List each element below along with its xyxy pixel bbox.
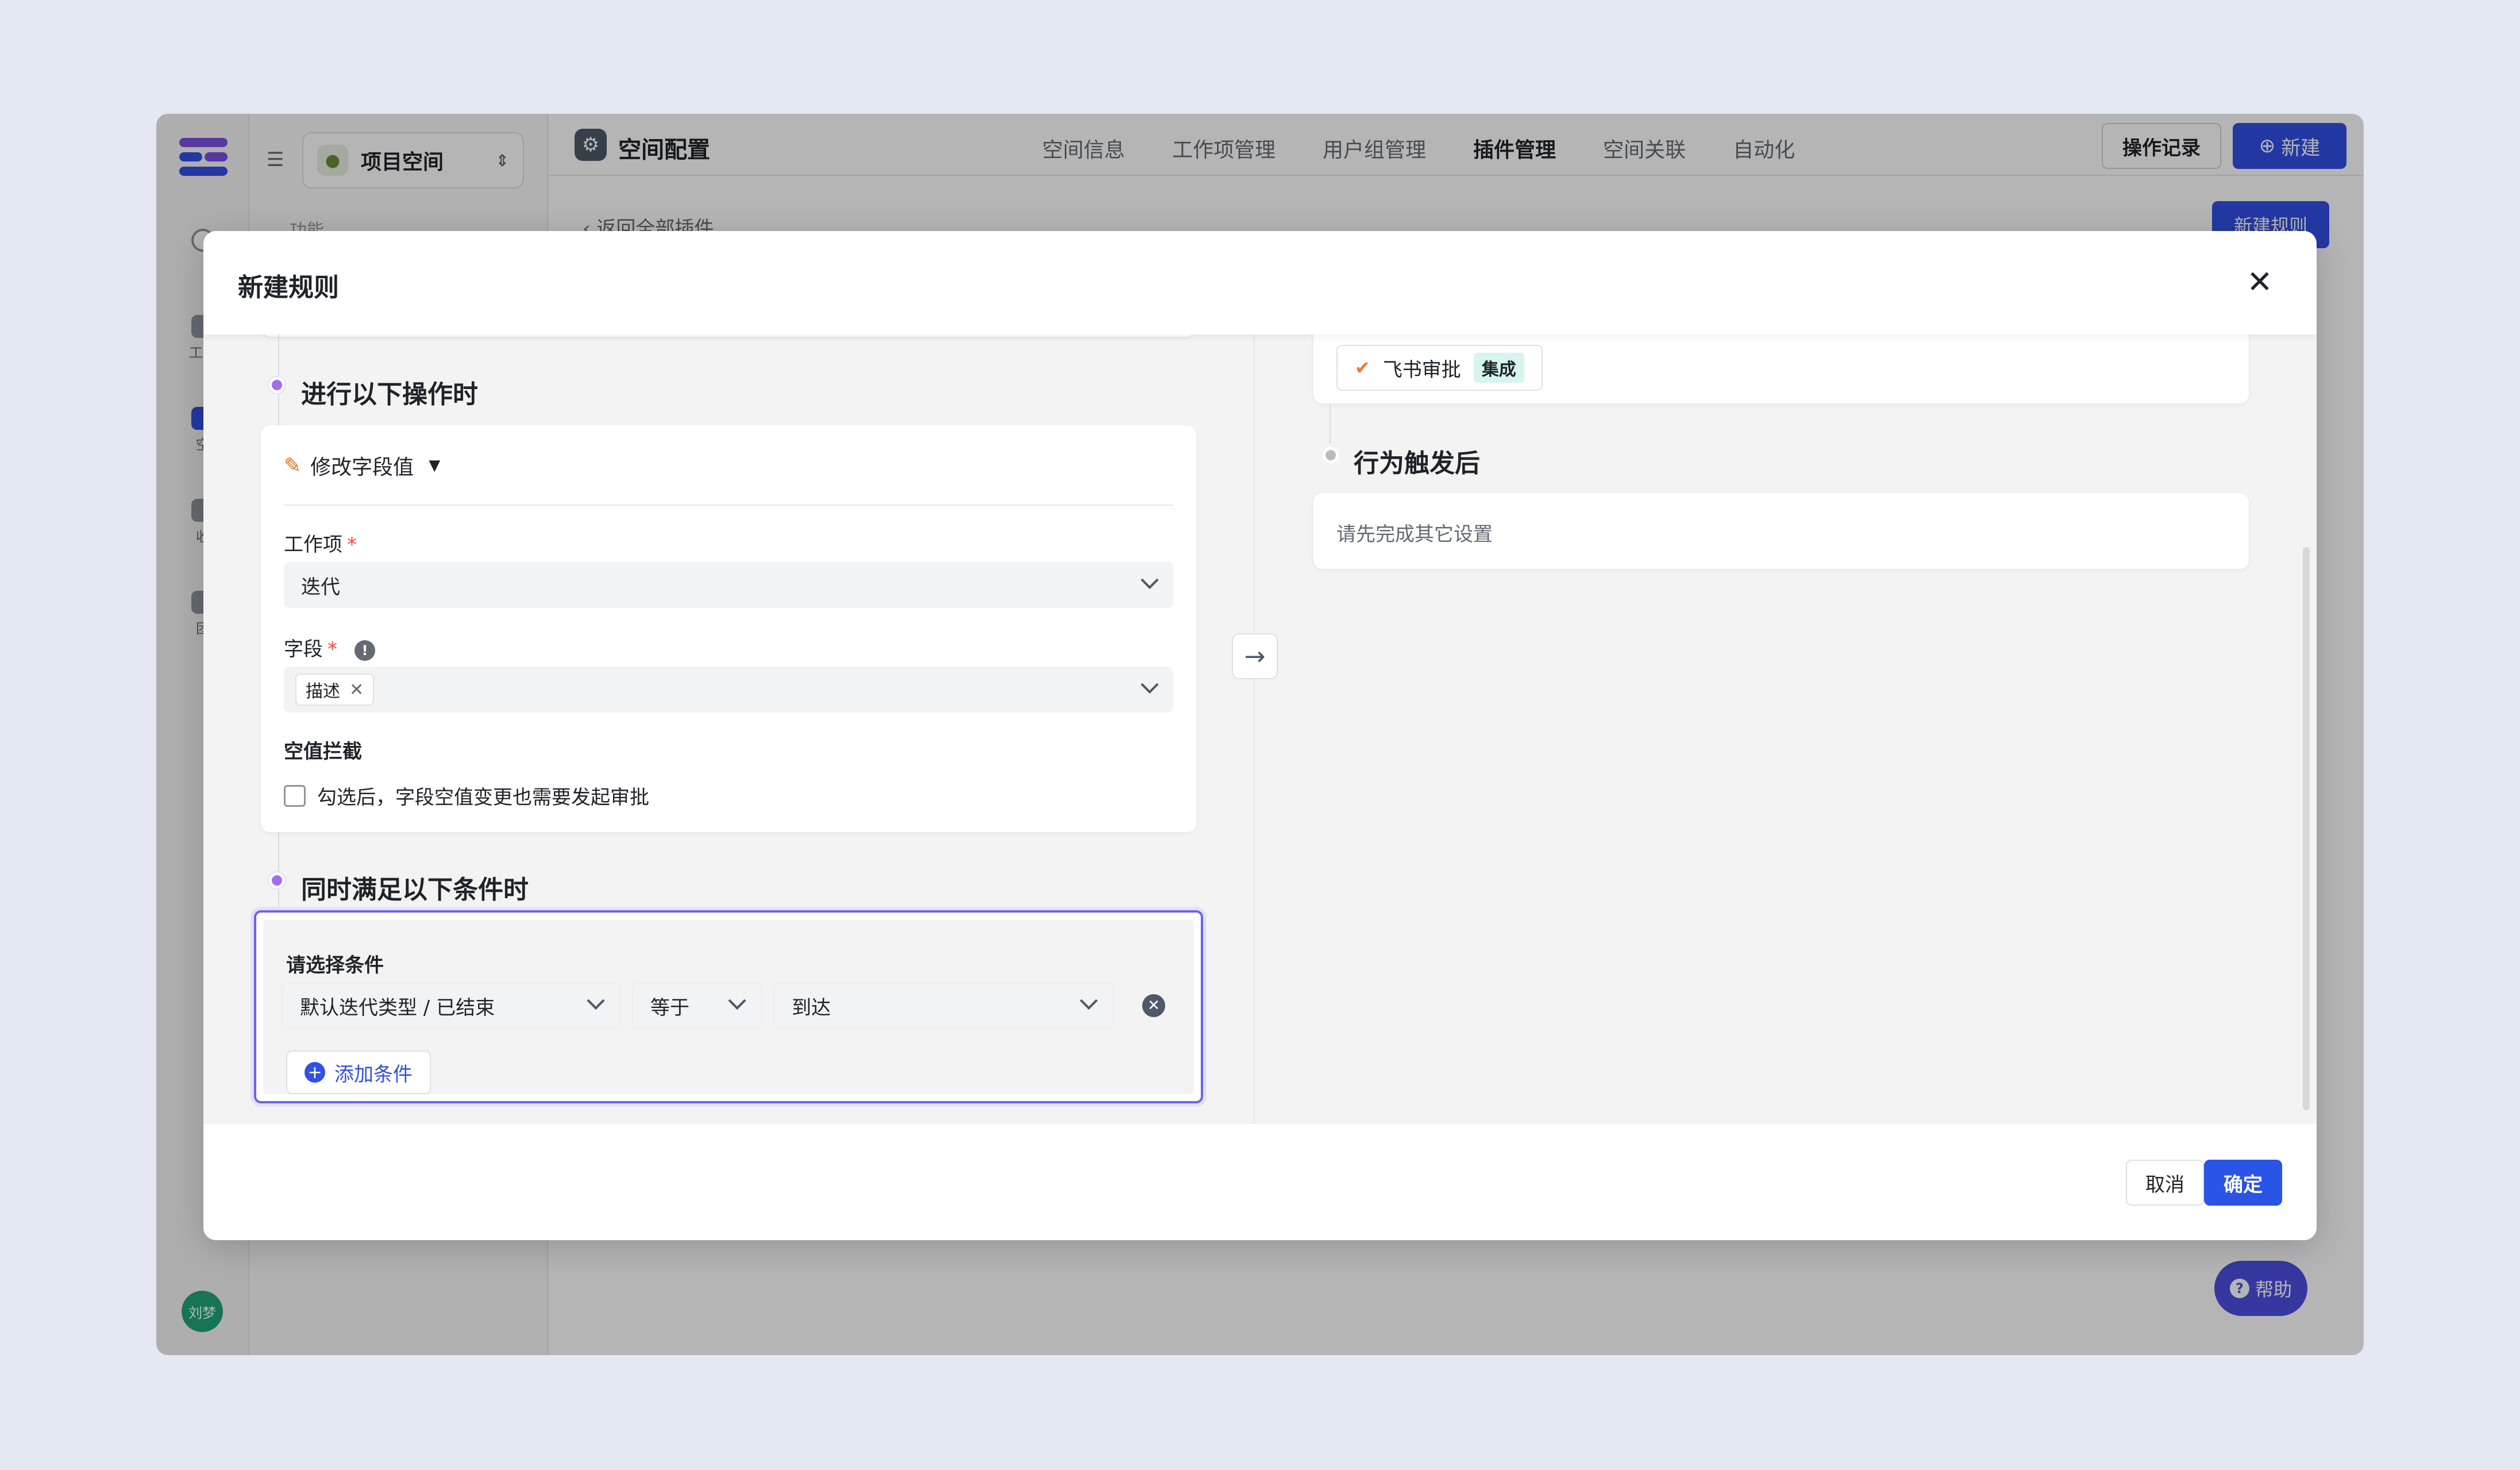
feishu-icon: ✔	[1355, 357, 1370, 379]
action-section-title: 进行以下操作时	[301, 380, 478, 409]
after-placeholder: 请先完成其它设置	[1336, 523, 1493, 546]
after-section-title: 行为触发后	[1354, 449, 1480, 478]
edit-pen-icon: ✎	[284, 453, 302, 478]
tag-remove-icon[interactable]: ✕	[349, 680, 364, 700]
modal-body: 进行以下操作时 ✎ 修改字段值 ▼ 工作项 * 迭代 字段 *! 描述 ✕ 空值…	[203, 323, 2317, 1124]
field-select[interactable]: 描述 ✕	[284, 667, 1173, 713]
empty-block-checkbox-label: 勾选后，字段空值变更也需要发起审批	[317, 786, 649, 809]
condition-value: 到达	[792, 996, 831, 1019]
chevron-down-icon	[1140, 571, 1159, 590]
modal-title: 新建规则	[238, 273, 339, 302]
modal-footer: 取消 确定	[203, 1124, 2317, 1240]
chevron-down-icon	[728, 991, 746, 1010]
info-icon[interactable]: !	[355, 640, 375, 661]
remove-condition-icon[interactable]: ✕	[1142, 994, 1165, 1017]
add-condition-label: 添加条件	[334, 1063, 413, 1086]
rule-steps-pane: 进行以下操作时 ✎ 修改字段值 ▼ 工作项 * 迭代 字段 *! 描述 ✕ 空值…	[203, 323, 1253, 1124]
trigger-card: ✔ 飞书审批 集成	[1313, 329, 2249, 403]
trigger-chip[interactable]: ✔ 飞书审批 集成	[1336, 345, 1543, 391]
action-card: ✎ 修改字段值 ▼ 工作项 * 迭代 字段 *! 描述 ✕ 空值拦截 勾选后，字…	[261, 425, 1196, 832]
work-item-value: 迭代	[301, 575, 340, 599]
divider	[284, 505, 1173, 506]
work-item-label: 工作项 *	[284, 533, 357, 556]
trigger-name: 飞书审批	[1382, 358, 1461, 382]
condition-operator-select[interactable]: 等于	[632, 983, 762, 1029]
required-mark: *	[347, 533, 357, 556]
work-item-select[interactable]: 迭代	[284, 562, 1173, 608]
field-tag-label: 描述	[306, 682, 340, 702]
action-type-label: 修改字段值	[310, 456, 414, 479]
empty-block-checkbox[interactable]	[284, 784, 306, 807]
step-dot	[269, 377, 285, 393]
step-dot	[269, 872, 285, 888]
add-condition-button[interactable]: + 添加条件	[286, 1050, 431, 1094]
new-rule-modal: 新建规则 ✕ 进行以下操作时 ✎ 修改字段值 ▼ 工作项 * 迭代 字段 * !…	[203, 231, 2317, 1240]
empty-block-option: 勾选后，字段空值变更也需要发起审批	[284, 782, 649, 810]
after-card: 请先完成其它设置	[1313, 493, 2249, 569]
condition-field-select[interactable]: 默认迭代类型 / 已结束	[282, 983, 621, 1029]
chevron-down-icon	[587, 991, 605, 1010]
timeline-line	[1330, 403, 1331, 444]
caret-down-icon: ▼	[429, 457, 441, 474]
cancel-button[interactable]: 取消	[2126, 1160, 2204, 1206]
condition-card: 请选择条件 默认迭代类型 / 已结束 等于 到达 ✕ + 添加条件	[254, 910, 1203, 1103]
plus-circle-icon: +	[305, 1062, 325, 1083]
modal-header: 新建规则 ✕	[203, 231, 2317, 334]
action-type-dropdown[interactable]: ✎ 修改字段值 ▼	[284, 451, 440, 480]
close-icon[interactable]: ✕	[2244, 267, 2275, 298]
condition-label: 请选择条件	[286, 954, 384, 977]
integration-badge: 集成	[1473, 353, 1524, 383]
condition-section-title: 同时满足以下条件时	[301, 875, 529, 905]
step-dot-inactive	[1323, 447, 1339, 463]
scrollbar[interactable]	[2303, 547, 2310, 1110]
chevron-down-icon	[1140, 675, 1159, 694]
confirm-button[interactable]: 确定	[2204, 1160, 2282, 1206]
field-tag: 描述 ✕	[295, 674, 375, 706]
condition-inner: 请选择条件 默认迭代类型 / 已结束 等于 到达 ✕ + 添加条件	[263, 919, 1194, 1094]
arrow-right-icon[interactable]: →	[1232, 633, 1278, 679]
chevron-down-icon	[1080, 991, 1098, 1010]
field-label: 字段 *!	[284, 633, 375, 661]
condition-operator-value: 等于	[650, 996, 689, 1019]
trigger-pane: ✔ 飞书审批 集成 行为触发后 请先完成其它设置	[1254, 329, 2317, 1124]
empty-block-label: 空值拦截	[284, 740, 362, 763]
condition-field-value: 默认迭代类型 / 已结束	[300, 996, 495, 1019]
required-mark: *	[327, 638, 337, 661]
condition-value-select[interactable]: 到达	[773, 983, 1113, 1029]
